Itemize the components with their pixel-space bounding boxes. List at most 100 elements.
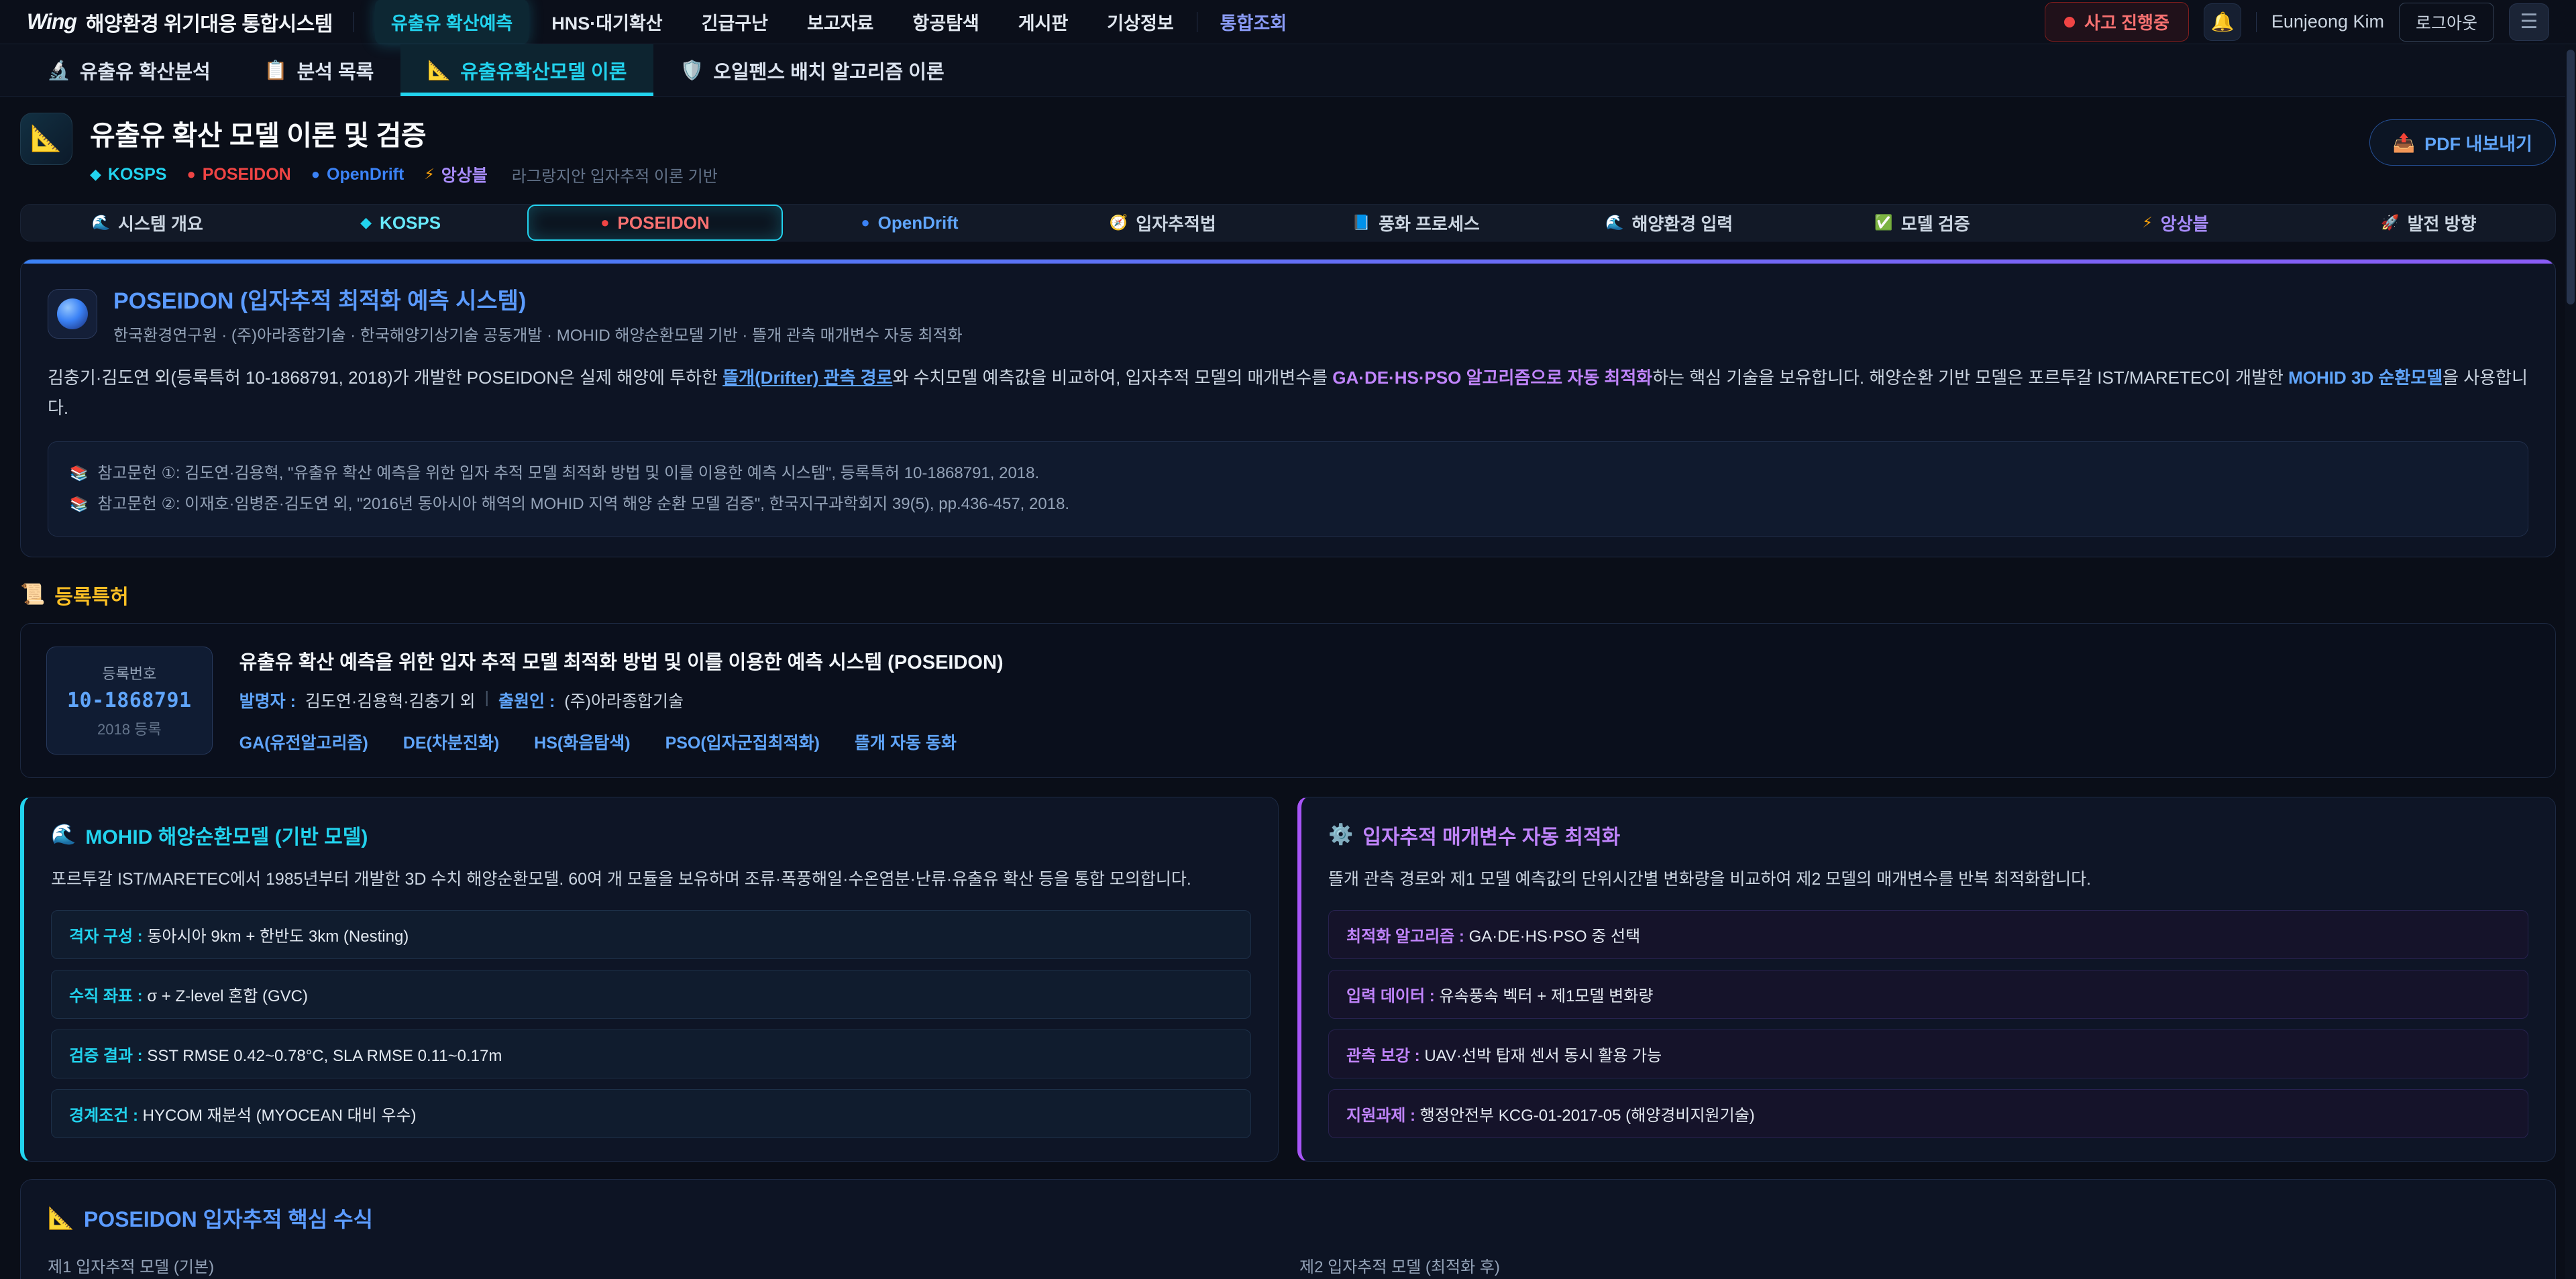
tag-pso[interactable]: PSO(입자군집최적화) xyxy=(665,730,820,754)
badge-label: 앙상블 xyxy=(441,162,488,186)
spec-label: 경계조건 : xyxy=(69,1107,138,1125)
nav-item-board[interactable]: 게시판 xyxy=(1002,0,1085,44)
page-header: 📐 유출유 확산 모델 이론 및 검증 ◆ KOSPS ● POSEIDON ●… xyxy=(20,113,2556,186)
books-icon: 📚 xyxy=(70,459,88,488)
spec-label: 최적화 알고리즘 : xyxy=(1346,928,1464,946)
badge-label: OpenDrift xyxy=(327,165,404,184)
page-title-icon-box: 📐 xyxy=(20,113,72,165)
page-title-group: 유출유 확산 모델 이론 및 검증 ◆ KOSPS ● POSEIDON ● O… xyxy=(90,113,718,186)
section-tab-ensemble[interactable]: ⚡ 앙상블 xyxy=(2049,205,2302,241)
section-tab-weathering-process[interactable]: 📘 풍화 프로세스 xyxy=(1289,205,1542,241)
tag-hs[interactable]: HS(화음탐색) xyxy=(534,730,630,754)
spec-label: 검증 결과 : xyxy=(69,1047,143,1065)
optimization-card-description: 뜰개 관측 경로와 제1 모델 예측값의 단위시간별 변화량을 비교하여 제2 … xyxy=(1328,866,2528,893)
spec-value: 동아시아 9km + 한반도 3km (Nesting) xyxy=(147,928,409,946)
nav-item-hns-diffusion[interactable]: HNS·대기확산 xyxy=(535,0,678,44)
section-tab-kosps[interactable]: ◆ KOSPS xyxy=(274,205,527,241)
tab-diffusion-model-theory[interactable]: 📐 유출유확산모델 이론 xyxy=(400,44,653,96)
spec-row-input-data: 입력 데이터 : 유속풍속 벡터 + 제1모델 변화량 xyxy=(1328,970,2528,1019)
inventor-value: 김도연·김용혁·김충기 외 xyxy=(305,688,476,712)
patent-section: 📜 등록특허 등록번호 10-1868791 2018 등록 유출유 확산 예측… xyxy=(20,580,2556,778)
applicant-label: 출원인 : xyxy=(498,688,555,712)
optimization-card-title: ⚙️ 입자추적 매개변수 자동 최적화 xyxy=(1328,820,2528,850)
spec-row-project: 지원과제 : 행정안전부 KCG-01-2017-05 (해양경비지원기술) xyxy=(1328,1089,2528,1138)
spec-label: 관측 보강 : xyxy=(1346,1047,1420,1065)
scrollbar-thumb[interactable] xyxy=(2567,50,2575,304)
tag-drifter-assimilation[interactable]: 뜰개 자동 동화 xyxy=(855,730,957,754)
spec-label: 격자 구성 : xyxy=(69,928,143,946)
section-tab-poseidon[interactable]: ● POSEIDON xyxy=(527,205,783,241)
reference-item: 📚 참고문헌 ①: 김도연·김용혁, "유출유 확산 예측을 위한 입자 추적 … xyxy=(70,458,2506,489)
main-menu: 유출유 확산예측 HNS·대기확산 긴급구난 보고자료 항공탐색 게시판 기상정… xyxy=(375,0,1303,44)
tab-label: 오일펜스 배치 알고리즘 이론 xyxy=(713,56,944,85)
spec-row-observation: 관측 보강 : UAV·선박 탑재 센서 동시 활용 가능 xyxy=(1328,1030,2528,1078)
ruler-icon: 📐 xyxy=(48,1205,74,1231)
tag-ga[interactable]: GA(유전알고리즘) xyxy=(239,730,368,754)
badge-kosps: ◆ KOSPS xyxy=(90,165,166,184)
patent-number-label: 등록번호 xyxy=(102,662,156,683)
app-brand: Wing 해양환경 위기대응 통합시스템 xyxy=(27,7,333,37)
section-tab-future-direction[interactable]: 🚀 발전 방향 xyxy=(2302,205,2555,241)
notification-button[interactable]: 🔔 xyxy=(2204,3,2241,41)
parameter-optimization-card: ⚙️ 입자추적 매개변수 자동 최적화 뜰개 관측 경로와 제1 모델 예측값의… xyxy=(1297,797,2556,1162)
red-dot-icon: ● xyxy=(600,214,609,231)
blue-dot-icon: ● xyxy=(311,166,320,183)
microscope-icon: 🔬 xyxy=(47,59,70,81)
compass-icon: 🧭 xyxy=(1110,214,1128,231)
spec-value: SST RMSE 0.42~0.78°C, SLA RMSE 0.11~0.17… xyxy=(147,1047,502,1065)
user-name: Eunjeong Kim xyxy=(2271,11,2384,32)
spec-value: σ + Z-level 혼합 (GVC) xyxy=(147,987,308,1005)
card-title-text: MOHID 해양순환모델 (기반 모델) xyxy=(85,820,368,850)
tab-oil-spill-analysis[interactable]: 🔬 유출유 확산분석 xyxy=(20,44,237,96)
diamond-icon: ◆ xyxy=(90,166,101,183)
hamburger-menu-button[interactable]: ☰ xyxy=(2509,3,2549,41)
badge-poseidon: ● POSEIDON xyxy=(186,165,290,184)
nav-item-emergency-rescue[interactable]: 긴급구난 xyxy=(686,0,784,44)
badge-label: KOSPS xyxy=(108,165,167,184)
mohid-model-card: 🌊 MOHID 해양순환모델 (기반 모델) 포르투갈 IST/MARETEC에… xyxy=(20,797,1279,1162)
export-icon: 📤 xyxy=(2393,132,2416,154)
spec-value: GA·DE·HS·PSO 중 선택 xyxy=(1469,928,1641,946)
section-tab-bar: 🌊 시스템 개요 ◆ KOSPS ● POSEIDON ● OpenDrift … xyxy=(20,204,2556,241)
red-dot-icon: ● xyxy=(186,166,195,183)
section-tab-opendrift[interactable]: ● OpenDrift xyxy=(783,205,1036,241)
section-tab-ocean-env-input[interactable]: 🌊 해양환경 입력 xyxy=(1542,205,1795,241)
patent-title: 유출유 확산 예측을 위한 입자 추적 모델 최적화 방법 및 이를 이용한 예… xyxy=(239,647,1004,675)
nav-item-weather-info[interactable]: 기상정보 xyxy=(1091,0,1189,44)
gear-icon: ⚙️ xyxy=(1328,823,1353,846)
page-scrollbar[interactable] xyxy=(2565,44,2576,1279)
incident-status-badge[interactable]: 사고 진행중 xyxy=(2045,2,2189,42)
tag-de[interactable]: DE(차분진화) xyxy=(403,730,499,754)
formula-left-column: 제1 입자추적 모델 (기본) Model_x = Δt × current_u… xyxy=(48,1254,1277,1279)
section-tab-system-overview[interactable]: 🌊 시스템 개요 xyxy=(21,205,274,241)
hamburger-icon: ☰ xyxy=(2520,10,2538,34)
tab-analysis-list[interactable]: 📋 분석 목록 xyxy=(237,44,401,96)
section-tab-particle-tracking[interactable]: 🧭 입자추적법 xyxy=(1036,205,1289,241)
section-tab-label: 풍화 프로세스 xyxy=(1379,211,1480,235)
spec-row-boundary: 경계조건 : HYCOM 재분석 (MYOCEAN 대비 우수) xyxy=(51,1089,1251,1138)
formula-card-title: 📐 POSEIDON 입자추적 핵심 수식 xyxy=(48,1203,2528,1233)
formula-model2-label: 제2 입자추적 모델 (최적화 후) xyxy=(1299,1254,2528,1277)
poseidon-description: 김충기·김도연 외(등록특허 10-1868791, 2018)가 개발한 PO… xyxy=(48,363,2528,423)
nav-divider xyxy=(353,12,354,32)
nav-item-integrated-search[interactable]: 통합조회 xyxy=(1204,0,1303,44)
spec-label: 입력 데이터 : xyxy=(1346,987,1435,1005)
spec-label: 수직 좌표 : xyxy=(69,987,143,1005)
applicant-value: (주)아라종합기술 xyxy=(564,688,684,712)
section-tab-label: 발전 방향 xyxy=(2408,211,2477,235)
books-icon: 📚 xyxy=(70,490,88,518)
tab-oil-fence-algorithm-theory[interactable]: 🛡️ 오일펜스 배치 알고리즘 이론 xyxy=(653,44,971,96)
page-title: 유출유 확산 모델 이론 및 검증 xyxy=(90,113,718,153)
nav-item-oil-spill-prediction[interactable]: 유출유 확산예측 xyxy=(375,0,529,44)
section-tab-label: 시스템 개요 xyxy=(118,211,203,235)
topnav-right-group: 사고 진행중 🔔 Eunjeong Kim 로그아웃 ☰ xyxy=(2045,2,2549,42)
wave-icon: 🌊 xyxy=(92,214,110,231)
logout-button[interactable]: 로그아웃 xyxy=(2399,3,2494,42)
nav-item-reports[interactable]: 보고자료 xyxy=(791,0,890,44)
optimization-spec-rows: 최적화 알고리즘 : GA·DE·HS·PSO 중 선택 입력 데이터 : 유속… xyxy=(1328,910,2528,1138)
nav-item-aerial-search[interactable]: 항공탐색 xyxy=(896,0,995,44)
pdf-export-button[interactable]: 📤 PDF 내보내기 xyxy=(2369,119,2557,166)
patent-tag-row: GA(유전알고리즘) DE(차분진화) HS(화음탐색) PSO(입자군집최적화… xyxy=(239,730,1004,754)
section-tab-model-validation[interactable]: ✅ 모델 검증 xyxy=(1796,205,2049,241)
formula-columns: 제1 입자추적 모델 (기본) Model_x = Δt × current_u… xyxy=(48,1254,2528,1279)
